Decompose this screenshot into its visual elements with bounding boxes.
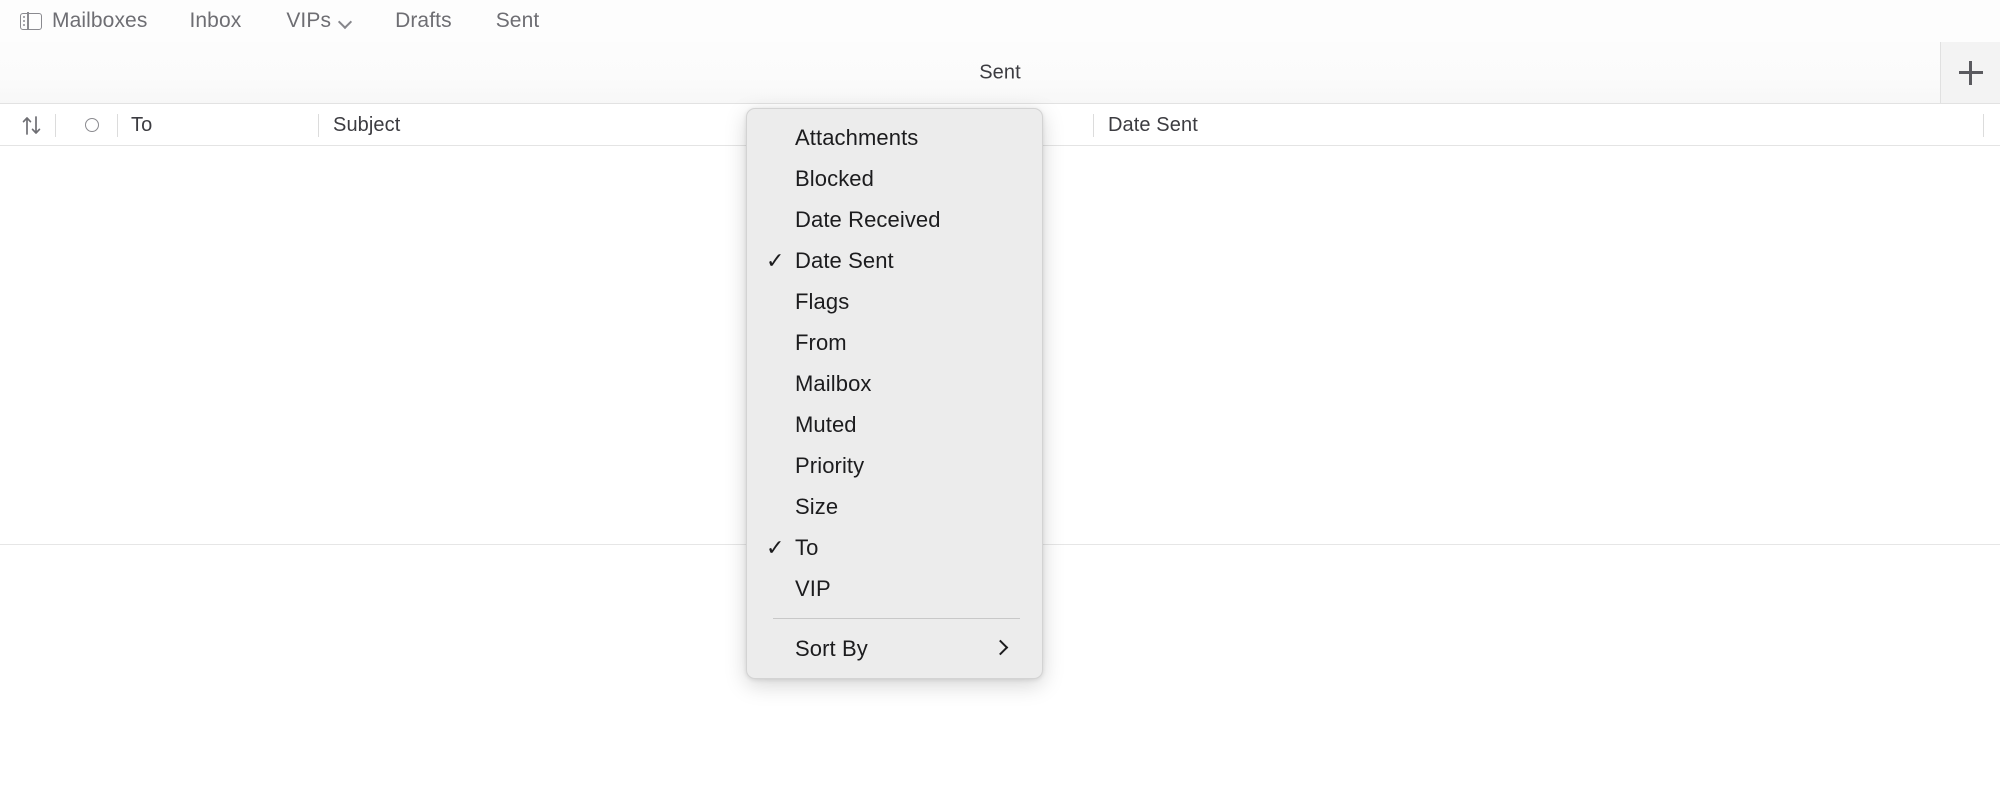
- menu-item-label: Date Received: [795, 206, 941, 232]
- nav-item-vips[interactable]: VIPs: [286, 9, 351, 33]
- column-divider[interactable]: [117, 114, 118, 137]
- nav-item-inbox[interactable]: Inbox: [189, 9, 241, 33]
- column-header-subject[interactable]: Subject: [333, 104, 400, 146]
- menu-item-label: Flags: [795, 288, 850, 314]
- menu-item-blocked[interactable]: Blocked: [747, 158, 1042, 199]
- menu-item-label: Attachments: [795, 124, 919, 150]
- sidebar-toggle-icon: [20, 11, 42, 31]
- menu-item-label: Sort By: [795, 635, 868, 661]
- menu-item-date-received[interactable]: Date Received: [747, 199, 1042, 240]
- nav-item-drafts[interactable]: Drafts: [395, 9, 452, 33]
- checkmark-icon: ✓: [766, 247, 785, 273]
- unread-circle-icon: [85, 118, 99, 132]
- menu-item-label: Priority: [795, 452, 865, 478]
- nav-item-inbox-label: Inbox: [189, 9, 242, 32]
- plus-icon: [1958, 60, 1983, 85]
- add-button[interactable]: [1940, 42, 2000, 103]
- menu-item-label: VIP: [795, 575, 831, 601]
- checkmark-icon: ✓: [766, 534, 785, 560]
- column-options-context-menu[interactable]: Attachments Blocked Date Received ✓ Date…: [746, 108, 1043, 679]
- menu-item-from[interactable]: From: [747, 322, 1042, 363]
- menu-item-size[interactable]: Size: [747, 486, 1042, 527]
- column-divider[interactable]: [1093, 114, 1094, 137]
- menu-item-label: To: [795, 534, 819, 560]
- nav-item-drafts-label: Drafts: [395, 9, 452, 32]
- title-bar: Sent: [0, 42, 2000, 104]
- menu-item-label: Blocked: [795, 165, 874, 191]
- column-divider[interactable]: [55, 114, 56, 137]
- menu-item-label: From: [795, 329, 847, 355]
- menu-item-date-sent[interactable]: ✓ Date Sent: [747, 240, 1042, 281]
- menu-item-label: Size: [795, 493, 839, 519]
- column-divider[interactable]: [318, 114, 319, 137]
- menu-item-flags[interactable]: Flags: [747, 281, 1042, 322]
- sort-arrows-icon: [22, 115, 42, 136]
- column-header-to[interactable]: To: [131, 104, 152, 146]
- chevron-right-icon: [995, 642, 1008, 655]
- nav-item-sent-label: Sent: [495, 9, 540, 32]
- nav-item-sent[interactable]: Sent: [496, 9, 540, 33]
- menu-item-to[interactable]: ✓ To: [747, 527, 1042, 568]
- nav-item-vips-label: VIPs: [286, 9, 332, 32]
- menu-item-sort-by[interactable]: Sort By: [747, 628, 1042, 669]
- menu-item-attachments[interactable]: Attachments: [747, 117, 1042, 158]
- menu-item-muted[interactable]: Muted: [747, 404, 1042, 445]
- column-divider[interactable]: [1983, 114, 1984, 137]
- column-header-unread[interactable]: [85, 104, 99, 146]
- nav-item-mailboxes[interactable]: Mailboxes: [20, 9, 147, 33]
- column-header-date-sent[interactable]: Date Sent: [1108, 104, 1198, 146]
- menu-item-label: Date Sent: [795, 247, 894, 273]
- menu-item-vip[interactable]: VIP: [747, 568, 1042, 609]
- menu-item-priority[interactable]: Priority: [747, 445, 1042, 486]
- chevron-down-icon[interactable]: [339, 16, 351, 28]
- menu-item-label: Muted: [795, 411, 857, 437]
- menu-separator: [773, 618, 1020, 619]
- mail-window: Mailboxes Inbox VIPs Drafts Sent Sent To…: [0, 0, 2000, 797]
- nav-item-mailboxes-label: Mailboxes: [52, 9, 148, 32]
- menu-item-label: Mailbox: [795, 370, 872, 396]
- page-title: Sent: [979, 61, 1021, 83]
- menu-item-mailbox[interactable]: Mailbox: [747, 363, 1042, 404]
- sort-order-button[interactable]: [22, 104, 42, 146]
- toolbar-nav: Mailboxes Inbox VIPs Drafts Sent: [0, 0, 2000, 42]
